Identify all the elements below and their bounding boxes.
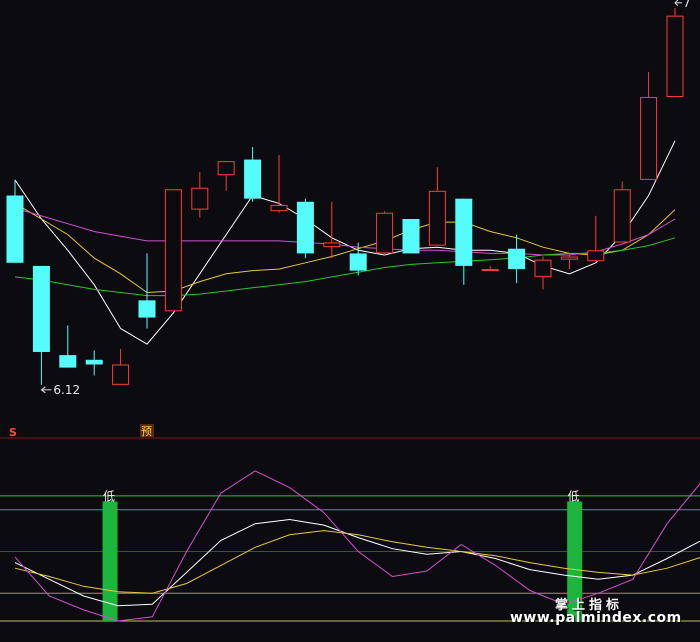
candle-body-up xyxy=(164,189,182,312)
candle-body-up xyxy=(560,256,578,260)
candle-body-down xyxy=(85,359,103,365)
candle-body-up xyxy=(613,189,631,243)
candle-body-down xyxy=(349,253,367,271)
candle-body-down xyxy=(138,300,156,318)
candle-body-down xyxy=(6,195,24,263)
high-price-label: 7 xyxy=(683,0,691,10)
candle-body-down xyxy=(402,219,420,254)
pre-marker: 预 xyxy=(141,425,152,438)
candle-body-up xyxy=(640,96,658,180)
candle-body-down xyxy=(32,265,50,352)
candle-body-up xyxy=(428,190,446,246)
candle-body-down xyxy=(244,159,262,199)
candle-body-up xyxy=(376,212,394,254)
candle-body-down xyxy=(296,201,314,254)
candle-body-down xyxy=(508,248,526,270)
bottom-left-marker: S xyxy=(9,426,17,439)
candle-body-up xyxy=(587,250,605,262)
candle-body-up xyxy=(666,15,684,97)
candle-body-up xyxy=(481,269,499,272)
candle-body-down xyxy=(59,355,77,368)
watermark-url: www.palmindex.com xyxy=(510,610,682,626)
low-signal-label: 低 xyxy=(568,489,580,503)
low-signal-label: 低 xyxy=(103,489,115,503)
stock-chart: 6.12 7 S 预 低 低 xyxy=(0,0,700,642)
candle-body-up xyxy=(534,259,552,277)
candle-body-down xyxy=(455,198,473,266)
low-price-label: 6.12 xyxy=(53,383,80,397)
candle-body-up xyxy=(323,242,341,248)
candle-body-up xyxy=(217,161,235,176)
candle-body-up xyxy=(112,364,130,385)
candle-body-up xyxy=(191,187,209,210)
candle-body-up xyxy=(270,204,288,212)
